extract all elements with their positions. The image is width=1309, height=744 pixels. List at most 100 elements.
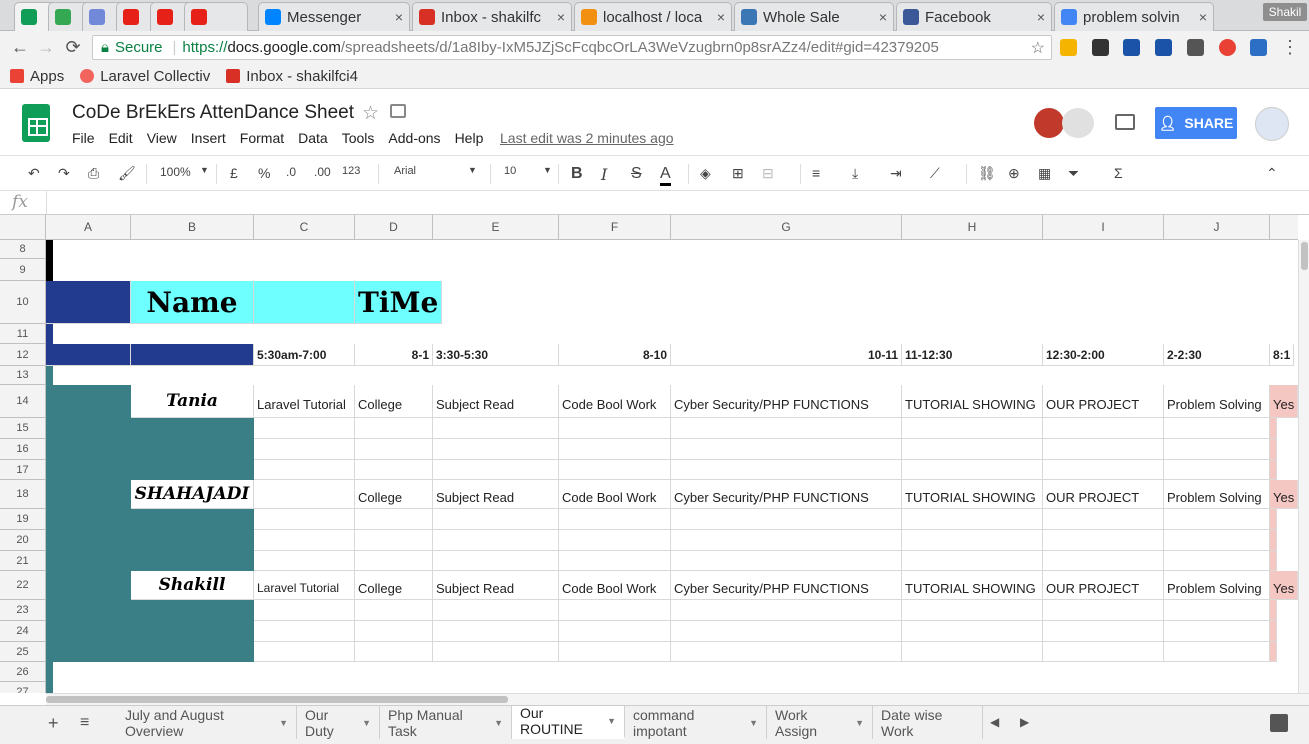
cell[interactable] bbox=[433, 530, 559, 551]
sheets-logo-icon[interactable] bbox=[22, 104, 50, 142]
name-header[interactable]: Name bbox=[131, 281, 254, 324]
cell[interactable] bbox=[902, 418, 1043, 439]
cell[interactable] bbox=[355, 621, 433, 642]
column-header[interactable]: C bbox=[254, 215, 355, 240]
collapse-toolbar-icon[interactable]: ⌃ bbox=[1266, 165, 1278, 182]
avatar[interactable] bbox=[1034, 108, 1064, 138]
drive-folder-icon[interactable] bbox=[390, 104, 406, 118]
chevron-down-icon[interactable]: ▼ bbox=[855, 718, 864, 728]
task-cell[interactable]: Code Bool Work bbox=[559, 571, 671, 600]
cell[interactable] bbox=[559, 418, 671, 439]
sheet-tab[interactable]: Our Duty ▼ bbox=[297, 706, 380, 739]
menu-data[interactable]: Data bbox=[298, 130, 328, 146]
cell[interactable] bbox=[46, 480, 131, 509]
row-header[interactable]: 11 bbox=[0, 324, 46, 344]
cell[interactable] bbox=[671, 642, 902, 662]
cell[interactable] bbox=[1270, 439, 1277, 460]
browser-menu-icon[interactable]: ⋮ bbox=[1280, 37, 1300, 57]
cell[interactable] bbox=[433, 642, 559, 662]
cell[interactable] bbox=[46, 344, 131, 366]
extension-icon[interactable] bbox=[1187, 39, 1204, 56]
column-header[interactable]: H bbox=[902, 215, 1043, 240]
cell[interactable] bbox=[433, 621, 559, 642]
cell[interactable] bbox=[355, 439, 433, 460]
time-header[interactable]: TiMe bbox=[355, 281, 443, 324]
cell[interactable] bbox=[1270, 642, 1277, 662]
cell[interactable] bbox=[1043, 460, 1164, 480]
task-cell[interactable]: Cyber Security/PHP FUNCTIONS bbox=[671, 571, 902, 600]
cell[interactable] bbox=[559, 509, 671, 530]
fill-color-icon[interactable]: ◈ bbox=[700, 165, 711, 182]
browser-tab[interactable]: Messenger × bbox=[258, 2, 410, 31]
merge-cells-icon[interactable]: ⊟ bbox=[762, 165, 774, 182]
menu-tools[interactable]: Tools bbox=[342, 130, 375, 146]
sheet-tab[interactable]: Our ROUTINE ▼ bbox=[512, 705, 625, 739]
cell[interactable] bbox=[46, 600, 131, 621]
collaborator-icon[interactable] bbox=[1062, 108, 1094, 138]
cell[interactable] bbox=[902, 551, 1043, 571]
close-icon[interactable]: × bbox=[395, 9, 403, 25]
sheet-tab[interactable]: Php Manual Task ▼ bbox=[380, 706, 512, 739]
cell[interactable] bbox=[254, 460, 355, 480]
cell[interactable] bbox=[131, 460, 254, 480]
insert-comment-icon[interactable]: ⊕ bbox=[1008, 165, 1020, 182]
task-cell[interactable]: Laravel Tutorial bbox=[254, 385, 355, 418]
cell[interactable] bbox=[559, 439, 671, 460]
cell[interactable] bbox=[902, 621, 1043, 642]
star-icon[interactable]: ☆ bbox=[362, 102, 379, 125]
menu-file[interactable]: File bbox=[72, 130, 95, 146]
cell[interactable] bbox=[131, 439, 254, 460]
cell[interactable] bbox=[1164, 439, 1270, 460]
all-sheets-icon[interactable]: ≡ bbox=[80, 714, 89, 732]
profile-badge[interactable]: Shakil bbox=[1263, 3, 1307, 21]
browser-tab[interactable]: localhost / loca × bbox=[574, 2, 732, 31]
row-header[interactable]: 18 bbox=[0, 480, 46, 509]
row-header[interactable]: 20 bbox=[0, 530, 46, 551]
cell[interactable] bbox=[355, 509, 433, 530]
row-header[interactable]: 15 bbox=[0, 418, 46, 439]
menu-add-ons[interactable]: Add-ons bbox=[388, 130, 440, 146]
row-header[interactable]: 16 bbox=[0, 439, 46, 460]
horizontal-align-icon[interactable]: ≡ bbox=[812, 165, 820, 181]
cell[interactable] bbox=[433, 418, 559, 439]
extension-icon[interactable] bbox=[1060, 39, 1077, 56]
italic-icon[interactable]: I bbox=[601, 165, 607, 184]
cell[interactable] bbox=[671, 600, 902, 621]
chrome-extension-icon[interactable] bbox=[1219, 39, 1236, 56]
column-header[interactable]: A bbox=[46, 215, 131, 240]
horizontal-scrollbar[interactable] bbox=[46, 693, 1309, 705]
cell[interactable] bbox=[46, 324, 53, 344]
extension-icon[interactable] bbox=[1155, 39, 1172, 56]
scroll-tabs-right-icon[interactable]: ▶ bbox=[1020, 715, 1029, 729]
cell[interactable] bbox=[355, 460, 433, 480]
row-header[interactable]: 27 bbox=[0, 682, 46, 693]
cell[interactable] bbox=[433, 509, 559, 530]
bookmark-star-icon[interactable]: ☆ bbox=[1031, 38, 1045, 58]
zoom-select[interactable]: 100% bbox=[160, 165, 191, 179]
cell[interactable] bbox=[1270, 621, 1277, 642]
comments-icon[interactable] bbox=[1115, 114, 1135, 130]
cell[interactable] bbox=[1270, 530, 1277, 551]
browser-tab[interactable]: Whole Sale × bbox=[734, 2, 894, 31]
column-header[interactable]: G bbox=[671, 215, 902, 240]
row-header[interactable]: 14 bbox=[0, 385, 46, 418]
cell[interactable] bbox=[559, 642, 671, 662]
cell[interactable] bbox=[355, 600, 433, 621]
chevron-down-icon[interactable]: ▼ bbox=[494, 718, 503, 728]
banner-row[interactable] bbox=[46, 259, 53, 281]
cell[interactable] bbox=[355, 418, 433, 439]
cell[interactable] bbox=[671, 439, 902, 460]
sheet-tab[interactable]: Work Assign ▼ bbox=[767, 706, 873, 739]
cell[interactable] bbox=[559, 621, 671, 642]
cell[interactable] bbox=[1043, 642, 1164, 662]
row-header[interactable]: 22 bbox=[0, 571, 46, 600]
task-cell[interactable]: College bbox=[355, 480, 433, 509]
cell[interactable] bbox=[1270, 418, 1277, 439]
cell[interactable] bbox=[671, 621, 902, 642]
task-cell[interactable]: TUTORIAL SHOWING bbox=[902, 480, 1043, 509]
select-all-corner[interactable] bbox=[0, 215, 46, 240]
user-avatar[interactable] bbox=[1255, 107, 1289, 141]
bold-icon[interactable]: B bbox=[571, 165, 583, 183]
cell[interactable] bbox=[131, 642, 254, 662]
cell[interactable] bbox=[1043, 621, 1164, 642]
